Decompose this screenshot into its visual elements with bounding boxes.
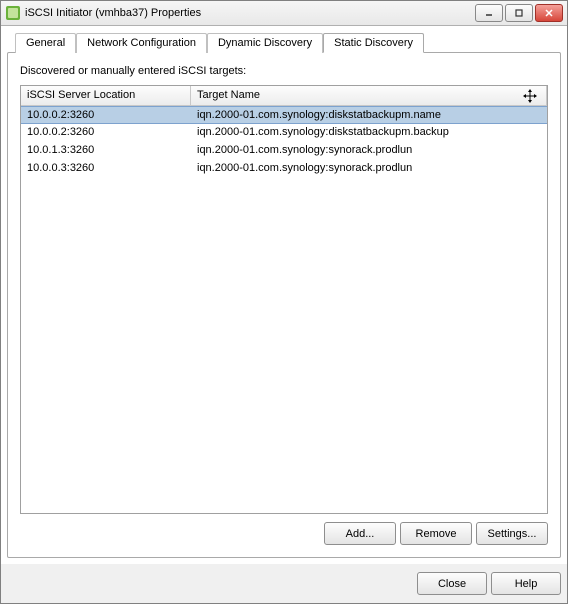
cell-target: iqn.2000-01.com.synology:diskstatbackupm… bbox=[191, 107, 547, 123]
column-header-server[interactable]: iSCSI Server Location bbox=[21, 86, 191, 105]
grid-body[interactable]: 10.0.0.2:3260iqn.2000-01.com.synology:di… bbox=[21, 106, 547, 513]
tab-network-configuration[interactable]: Network Configuration bbox=[76, 33, 207, 53]
minimize-button[interactable] bbox=[475, 4, 503, 22]
settings-button[interactable]: Settings... bbox=[476, 522, 548, 545]
window-frame: iSCSI Initiator (vmhba37) Properties Gen… bbox=[0, 0, 568, 604]
cell-target: iqn.2000-01.com.synology:diskstatbackupm… bbox=[191, 124, 547, 142]
column-header-target-label: Target Name bbox=[197, 89, 260, 101]
cell-server: 10.0.0.2:3260 bbox=[21, 124, 191, 142]
move-cursor-icon bbox=[522, 88, 538, 104]
cell-server: 10.0.0.2:3260 bbox=[21, 107, 191, 123]
cell-server: 10.0.0.3:3260 bbox=[21, 160, 191, 178]
grid-header: iSCSI Server Location Target Name bbox=[21, 86, 547, 106]
cell-server: 10.0.1.3:3260 bbox=[21, 142, 191, 160]
window-controls bbox=[475, 4, 563, 22]
table-row[interactable]: 10.0.1.3:3260iqn.2000-01.com.synology:sy… bbox=[21, 142, 547, 160]
remove-button[interactable]: Remove bbox=[400, 522, 472, 545]
tab-dynamic-discovery[interactable]: Dynamic Discovery bbox=[207, 33, 323, 53]
close-button[interactable]: Close bbox=[417, 572, 487, 595]
dialog-buttons: Close Help bbox=[1, 564, 567, 603]
tab-panel-static-discovery: Discovered or manually entered iSCSI tar… bbox=[7, 52, 561, 558]
table-row[interactable]: 10.0.0.2:3260iqn.2000-01.com.synology:di… bbox=[21, 124, 547, 142]
tab-general[interactable]: General bbox=[15, 33, 76, 53]
maximize-button[interactable] bbox=[505, 4, 533, 22]
cell-target: iqn.2000-01.com.synology:synorack.prodlu… bbox=[191, 160, 547, 178]
help-button[interactable]: Help bbox=[491, 572, 561, 595]
column-header-target[interactable]: Target Name bbox=[191, 86, 547, 105]
panel-label: Discovered or manually entered iSCSI tar… bbox=[20, 65, 548, 77]
dialog-body: General Network Configuration Dynamic Di… bbox=[1, 26, 567, 564]
panel-buttons: Add... Remove Settings... bbox=[20, 522, 548, 545]
table-row[interactable]: 10.0.0.2:3260iqn.2000-01.com.synology:di… bbox=[21, 106, 547, 124]
titlebar[interactable]: iSCSI Initiator (vmhba37) Properties bbox=[1, 1, 567, 26]
tab-static-discovery[interactable]: Static Discovery bbox=[323, 33, 424, 53]
tab-strip: General Network Configuration Dynamic Di… bbox=[7, 33, 561, 53]
add-button[interactable]: Add... bbox=[324, 522, 396, 545]
app-icon bbox=[5, 5, 21, 21]
close-window-button[interactable] bbox=[535, 4, 563, 22]
cell-target: iqn.2000-01.com.synology:synorack.prodlu… bbox=[191, 142, 547, 160]
targets-grid[interactable]: iSCSI Server Location Target Name bbox=[20, 85, 548, 514]
window-title: iSCSI Initiator (vmhba37) Properties bbox=[25, 7, 475, 19]
table-row[interactable]: 10.0.0.3:3260iqn.2000-01.com.synology:sy… bbox=[21, 160, 547, 178]
